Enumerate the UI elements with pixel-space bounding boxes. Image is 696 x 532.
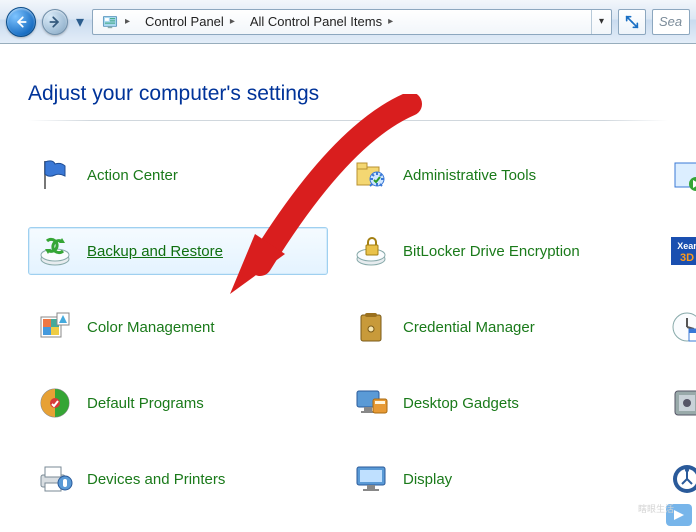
item-label: Credential Manager <box>403 319 535 336</box>
item-backup-restore[interactable]: Backup and Restore <box>28 227 328 275</box>
svg-text:瞎眼生活: 瞎眼生活 <box>638 503 674 514</box>
datetime-icon <box>669 309 696 345</box>
item-partial-1[interactable] <box>660 151 696 199</box>
item-label: Administrative Tools <box>403 167 536 184</box>
chevron-right-icon: ▸ <box>125 16 130 27</box>
divider <box>28 120 668 121</box>
item-label: Devices and Printers <box>87 471 225 488</box>
breadcrumb-control-panel[interactable]: Control Panel ▸ <box>137 10 242 34</box>
item-bitlocker[interactable]: BitLocker Drive Encryption <box>344 227 644 275</box>
credential-manager-icon <box>353 309 389 345</box>
display-icon <box>353 461 389 497</box>
control-panel-icon <box>101 13 119 31</box>
item-desktop-gadgets[interactable]: Desktop Gadgets <box>344 379 644 427</box>
flag-icon <box>37 157 73 193</box>
backup-restore-icon <box>37 233 73 269</box>
item-color-management[interactable]: Color Management <box>28 303 328 351</box>
page-title: Adjust your computer's settings <box>28 82 668 106</box>
item-partial-4[interactable] <box>660 379 696 427</box>
item-default-programs[interactable]: Default Programs <box>28 379 328 427</box>
refresh-button[interactable] <box>618 9 646 35</box>
item-label: Desktop Gadgets <box>403 395 519 412</box>
address-dropdown[interactable]: ▾ <box>591 10 611 34</box>
item-label: Display <box>403 471 452 488</box>
xear-3d-icon: Xear3D <box>669 233 696 269</box>
desktop-gadgets-icon <box>353 385 389 421</box>
admin-tools-icon <box>353 157 389 193</box>
chevron-right-icon: ▸ <box>230 16 235 27</box>
item-label: Default Programs <box>87 395 204 412</box>
devices-printers-icon <box>37 461 73 497</box>
color-management-icon <box>37 309 73 345</box>
watermark: 瞎眼生活 <box>636 498 696 532</box>
item-partial-5[interactable] <box>660 455 696 503</box>
item-devices-printers[interactable]: Devices and Printers <box>28 455 328 503</box>
item-label: Action Center <box>87 167 178 184</box>
device-manager-icon <box>669 385 696 421</box>
ease-of-access-icon <box>669 461 696 497</box>
search-placeholder: Sea <box>659 14 682 29</box>
bitlocker-icon <box>353 233 389 269</box>
svg-text:Xear: Xear <box>677 241 696 251</box>
item-credential-manager[interactable]: Credential Manager <box>344 303 644 351</box>
nav-bar: ▾ ▸ Control Panel ▸ All Control Panel It… <box>0 0 696 44</box>
svg-text:3D: 3D <box>680 252 694 264</box>
back-button[interactable] <box>6 7 36 37</box>
chevron-right-icon: ▸ <box>388 16 393 27</box>
item-admin-tools[interactable]: Administrative Tools <box>344 151 644 199</box>
autoplay-icon <box>669 157 696 193</box>
breadcrumb-all-items[interactable]: All Control Panel Items ▸ <box>242 10 400 34</box>
item-action-center[interactable]: Action Center <box>28 151 328 199</box>
item-label: BitLocker Drive Encryption <box>403 243 580 260</box>
breadcrumb-label: All Control Panel Items <box>250 14 382 29</box>
content-area: Adjust your computer's settings Action C… <box>0 44 696 532</box>
breadcrumb-icon-root[interactable]: ▸ <box>93 10 137 34</box>
item-label: Color Management <box>87 319 215 336</box>
address-bar[interactable]: ▸ Control Panel ▸ All Control Panel Item… <box>92 9 612 35</box>
item-label: Backup and Restore <box>87 243 223 260</box>
recent-pages-dropdown[interactable]: ▾ <box>74 12 86 32</box>
item-partial-2[interactable]: Xear3D <box>660 227 696 275</box>
items-grid: Action Center Administrative Tools Backu… <box>28 151 668 532</box>
forward-button[interactable] <box>42 9 68 35</box>
search-input[interactable]: Sea <box>652 9 690 35</box>
default-programs-icon <box>37 385 73 421</box>
item-display[interactable]: Display <box>344 455 644 503</box>
breadcrumb-label: Control Panel <box>145 14 224 29</box>
item-partial-3[interactable] <box>660 303 696 351</box>
